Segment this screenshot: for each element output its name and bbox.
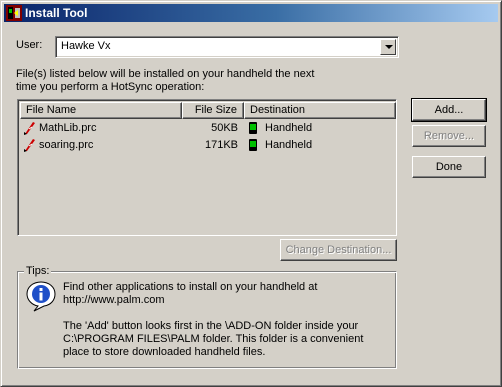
file-name: MathLib.prc: [39, 122, 97, 134]
file-size: 50KB: [211, 122, 238, 134]
user-selected-value: Hawke Vx: [61, 40, 111, 52]
change-destination-button[interactable]: Change Destination...: [280, 239, 397, 261]
list-item[interactable]: soaring.prc 171KB Handheld: [20, 137, 394, 154]
file-name: soaring.prc: [39, 139, 94, 151]
tips-line: C:\PROGRAM FILES\PALM folder. This folde…: [63, 333, 364, 345]
info-icon: [26, 281, 56, 312]
handheld-icon: [249, 139, 257, 151]
list-item[interactable]: MathLib.prc 50KB Handheld: [20, 120, 394, 137]
file-list-header: File Name File Size Destination: [20, 102, 396, 119]
tips-line: The 'Add' button looks first in the \ADD…: [63, 320, 359, 332]
palm-install-icon: [6, 5, 22, 21]
title-bar[interactable]: Install Tool: [4, 4, 498, 22]
window-title: Install Tool: [25, 6, 88, 20]
prc-file-icon: [24, 122, 35, 135]
file-list[interactable]: File Name File Size Destination MathLib.…: [17, 99, 397, 236]
column-file-name[interactable]: File Name: [20, 102, 182, 119]
tips-group: Tips: Find other applications to install…: [17, 265, 397, 369]
tips-link: http://www.palm.com: [63, 294, 165, 306]
handheld-icon: [249, 122, 257, 134]
chevron-down-icon: [385, 45, 393, 49]
file-destination: Handheld: [265, 139, 313, 151]
column-destination[interactable]: Destination: [244, 102, 396, 119]
prc-file-icon: [24, 139, 35, 152]
install-tool-window: Install Tool User: Hawke Vx File(s) list…: [0, 0, 502, 387]
column-file-size[interactable]: File Size: [182, 102, 244, 119]
file-size: 171KB: [204, 139, 238, 151]
user-label: User:: [16, 39, 43, 51]
done-button[interactable]: Done: [412, 156, 486, 178]
description-line-2: time you perform a HotSync operation:: [16, 81, 205, 93]
tips-title: Tips:: [24, 265, 52, 277]
file-destination: Handheld: [265, 122, 313, 134]
remove-button[interactable]: Remove...: [412, 125, 486, 147]
user-dropdown-button[interactable]: [380, 39, 396, 55]
description-line-1: File(s) listed below will be installed o…: [16, 68, 315, 80]
user-dropdown[interactable]: Hawke Vx: [55, 36, 399, 58]
tips-line: place to store downloaded handheld files…: [63, 346, 266, 358]
tips-line: Find other applications to install on yo…: [63, 281, 318, 293]
add-button[interactable]: Add...: [411, 98, 487, 122]
